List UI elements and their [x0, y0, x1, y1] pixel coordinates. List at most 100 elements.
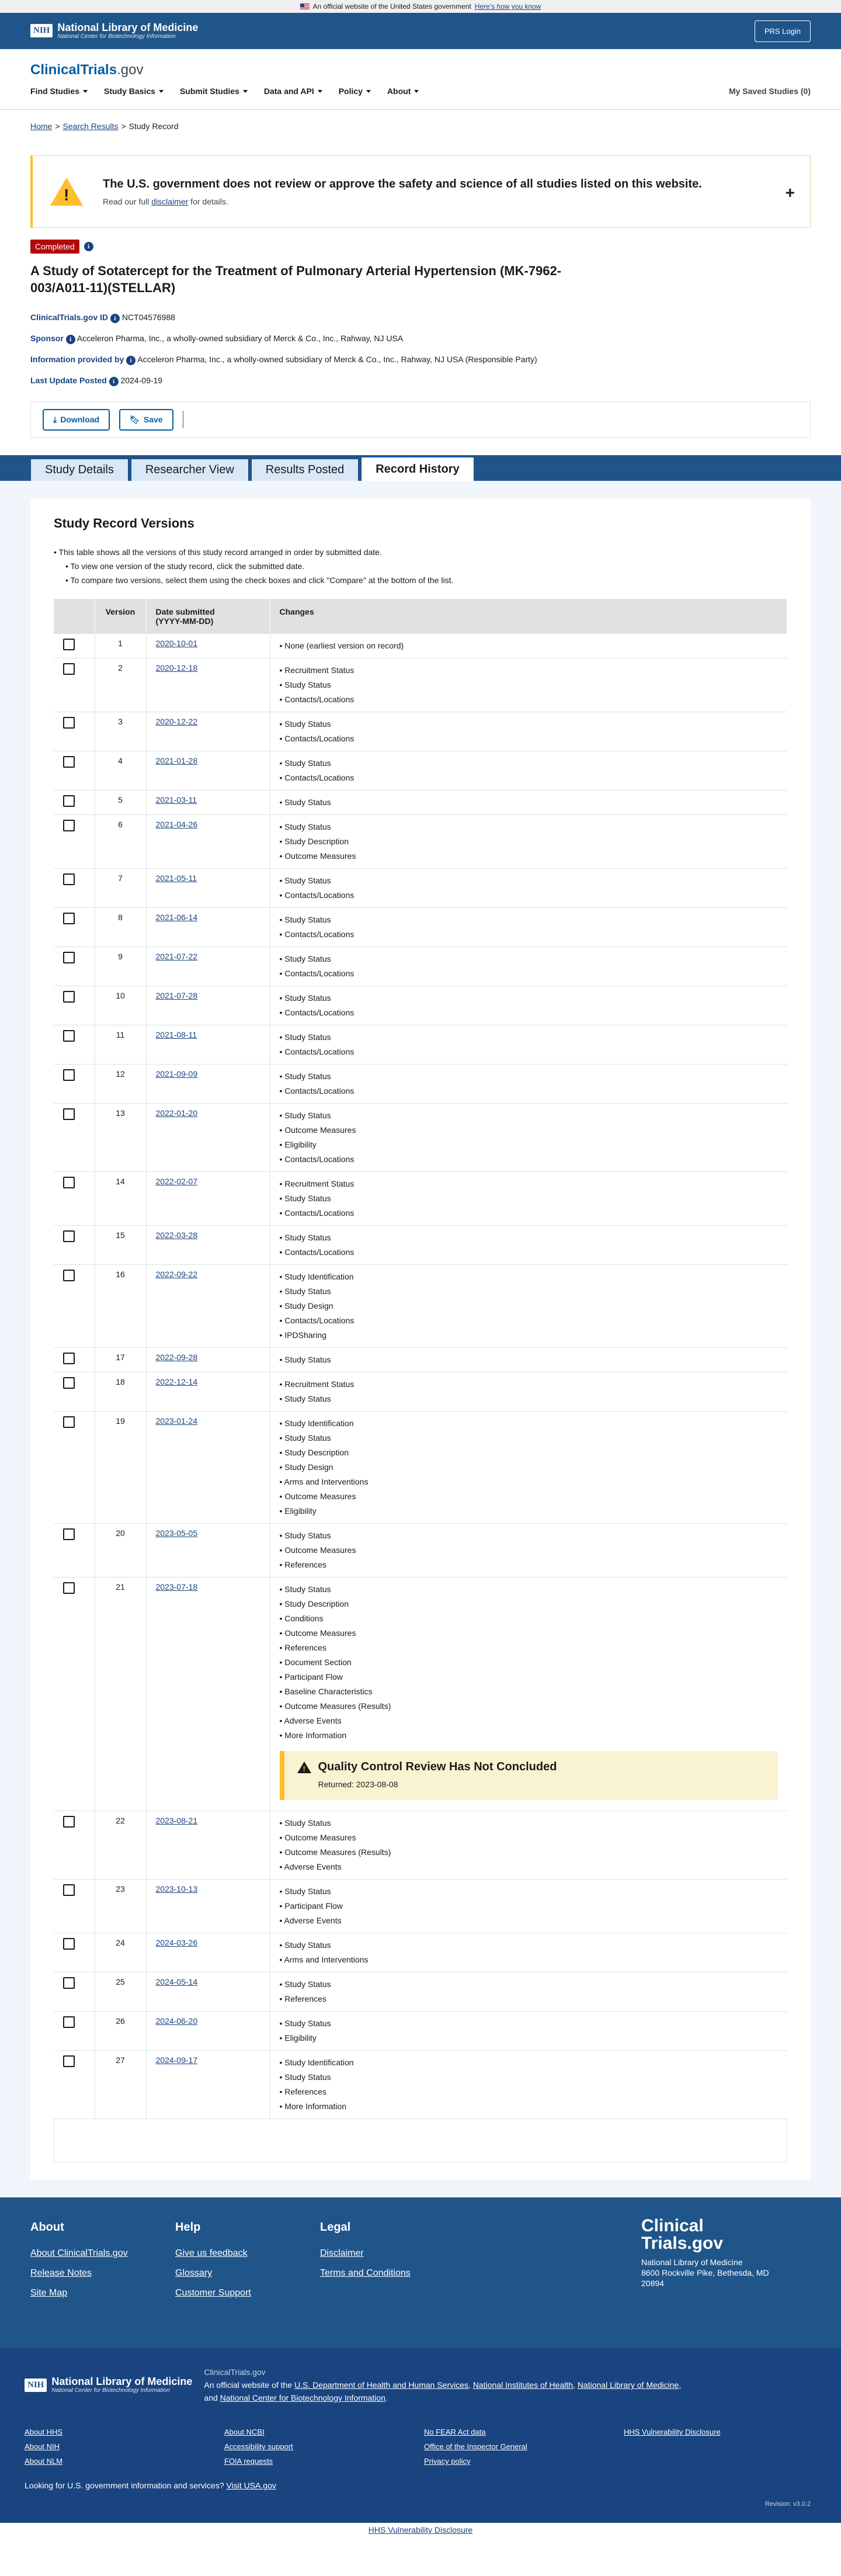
compare-checkbox[interactable]: [63, 991, 75, 1003]
nav-item[interactable]: About: [387, 86, 419, 96]
compare-checkbox[interactable]: [63, 1353, 75, 1365]
version-date-link[interactable]: 2024-03-26: [156, 1938, 198, 1947]
gov-banner-link[interactable]: Here's how you know: [475, 2, 541, 11]
version-date-link[interactable]: 2021-04-26: [156, 820, 198, 829]
disclaimer-link[interactable]: disclaimer: [151, 197, 188, 206]
my-saved-studies[interactable]: My Saved Studies (0): [729, 86, 811, 96]
breadcrumb-search-results[interactable]: Search Results: [63, 122, 119, 131]
compare-checkbox[interactable]: [63, 1816, 75, 1828]
version-date-link[interactable]: 2020-12-22: [156, 717, 198, 726]
save-button[interactable]: 🔖︎ Save: [119, 408, 173, 431]
info-icon[interactable]: i: [126, 356, 136, 366]
footer-link[interactable]: Customer Support: [175, 2288, 320, 2298]
info-icon[interactable]: i: [110, 314, 120, 324]
version-date-link[interactable]: 2021-07-28: [156, 991, 198, 1000]
version-date-link[interactable]: 2024-09-17: [156, 2055, 198, 2065]
version-date-link[interactable]: 2022-01-20: [156, 1108, 198, 1118]
footer-link[interactable]: Glossary: [175, 2268, 320, 2279]
compare-checkbox[interactable]: [63, 1108, 75, 1121]
nlm-footer-link[interactable]: HHS Vulnerability Disclosure: [624, 2428, 823, 2436]
nlm-footer-link[interactable]: About HHS: [25, 2428, 224, 2436]
compare-checkbox[interactable]: [63, 1977, 75, 1989]
compare-checkbox[interactable]: [63, 1582, 75, 1594]
prs-login-button[interactable]: PRS Login: [754, 20, 811, 42]
version-date-link[interactable]: 2020-12-18: [156, 663, 198, 672]
version-date-link[interactable]: 2023-05-05: [156, 1528, 198, 1538]
nav-item[interactable]: Data and API: [264, 86, 322, 96]
info-icon[interactable]: i: [65, 335, 75, 345]
compare-checkbox[interactable]: [63, 795, 75, 807]
version-date-link[interactable]: 2023-01-24: [156, 1416, 198, 1426]
clinicaltrials-logo[interactable]: ClinicalTrials.gov: [30, 62, 811, 78]
tab-study-details[interactable]: Study Details: [30, 459, 128, 481]
nlm-footer-link[interactable]: FOIA requests: [224, 2457, 424, 2466]
compare-checkbox[interactable]: [63, 1177, 75, 1189]
version-date-link[interactable]: 2022-02-07: [156, 1177, 198, 1186]
compare-checkbox[interactable]: [63, 1377, 75, 1389]
download-button[interactable]: ⤓ Download: [43, 408, 110, 431]
nlm-footer-link[interactable]: About NLM: [25, 2457, 224, 2466]
version-date-link[interactable]: 2021-03-11: [156, 795, 197, 805]
compare-checkbox[interactable]: [63, 663, 75, 675]
footer-link[interactable]: About ClinicalTrials.gov: [30, 2248, 175, 2259]
nih-logo[interactable]: NIH National Library of Medicine Nationa…: [30, 22, 198, 40]
version-date-link[interactable]: 2023-10-13: [156, 1884, 198, 1894]
nlm-footer-link[interactable]: Office of the Inspector General: [424, 2442, 624, 2451]
info-icon[interactable]: i: [84, 242, 93, 251]
compare-checkbox[interactable]: [63, 2016, 75, 2029]
nlm-footer-link[interactable]: No FEAR Act data: [424, 2428, 624, 2436]
compare-checkbox[interactable]: [63, 1270, 75, 1282]
compare-checkbox[interactable]: [63, 873, 75, 886]
version-date-link[interactable]: 2023-07-18: [156, 1582, 198, 1592]
nlm-footer-link[interactable]: About NCBI: [224, 2428, 424, 2436]
nav-item[interactable]: Submit Studies: [180, 86, 248, 96]
version-date-link[interactable]: 2022-12-14: [156, 1377, 198, 1386]
hhs-vulnerability-link[interactable]: HHS Vulnerability Disclosure: [369, 2525, 472, 2535]
footer-link[interactable]: Disclaimer: [320, 2248, 465, 2259]
compare-checkbox[interactable]: [63, 1884, 75, 1897]
nav-item[interactable]: Find Studies: [30, 86, 88, 96]
compare-checkbox[interactable]: [63, 1230, 75, 1243]
nlm-footer-link[interactable]: Privacy policy: [424, 2457, 624, 2466]
compare-checkbox[interactable]: [63, 952, 75, 964]
version-date-link[interactable]: 2021-05-11: [156, 873, 197, 883]
compare-checkbox[interactable]: [63, 756, 75, 768]
breadcrumb-home[interactable]: Home: [30, 122, 52, 131]
tab-record-history[interactable]: Record History: [361, 455, 474, 481]
footer-link[interactable]: Site Map: [30, 2288, 175, 2298]
nav-item[interactable]: Study Basics: [104, 86, 164, 96]
usa-gov-link[interactable]: Visit USA.gov: [227, 2481, 276, 2490]
compare-checkbox[interactable]: [63, 913, 75, 925]
compare-checkbox[interactable]: [63, 1416, 75, 1429]
version-date-link[interactable]: 2021-01-28: [156, 756, 198, 765]
version-date-link[interactable]: 2024-06-20: [156, 2016, 198, 2026]
compare-checkbox[interactable]: [63, 639, 75, 651]
compare-checkbox[interactable]: [63, 1528, 75, 1541]
footer-link[interactable]: Terms and Conditions: [320, 2268, 465, 2279]
version-date-link[interactable]: 2022-09-28: [156, 1353, 198, 1362]
version-date-link[interactable]: 2020-10-01: [156, 639, 198, 648]
compare-checkbox[interactable]: [63, 1030, 75, 1042]
footer-link[interactable]: Give us feedback: [175, 2248, 320, 2259]
compare-checkbox[interactable]: [63, 820, 75, 832]
version-date-link[interactable]: 2021-07-22: [156, 952, 198, 961]
nlm-footer-link[interactable]: Accessibility support: [224, 2442, 424, 2451]
version-date-link[interactable]: 2021-08-11: [156, 1030, 197, 1039]
compare-checkbox[interactable]: [63, 2055, 75, 2068]
nih-footer-logo[interactable]: NIH National Library of Medicine Nationa…: [25, 2366, 192, 2404]
compare-checkbox[interactable]: [63, 717, 75, 729]
version-date-link[interactable]: 2021-06-14: [156, 913, 198, 922]
version-date-link[interactable]: 2022-09-22: [156, 1270, 198, 1279]
nav-item[interactable]: Policy: [339, 86, 371, 96]
tab-results-posted[interactable]: Results Posted: [251, 459, 359, 481]
version-date-link[interactable]: 2024-05-14: [156, 1977, 198, 1986]
info-icon[interactable]: i: [109, 377, 119, 387]
version-date-link[interactable]: 2021-09-09: [156, 1069, 198, 1079]
tab-researcher-view[interactable]: Researcher View: [130, 459, 249, 481]
compare-checkbox[interactable]: [63, 1069, 75, 1081]
nlm-footer-link[interactable]: About NIH: [25, 2442, 224, 2451]
expand-plus-icon[interactable]: +: [786, 183, 795, 202]
compare-checkbox[interactable]: [63, 1938, 75, 1950]
version-date-link[interactable]: 2022-03-28: [156, 1230, 198, 1240]
footer-link[interactable]: Release Notes: [30, 2268, 175, 2279]
